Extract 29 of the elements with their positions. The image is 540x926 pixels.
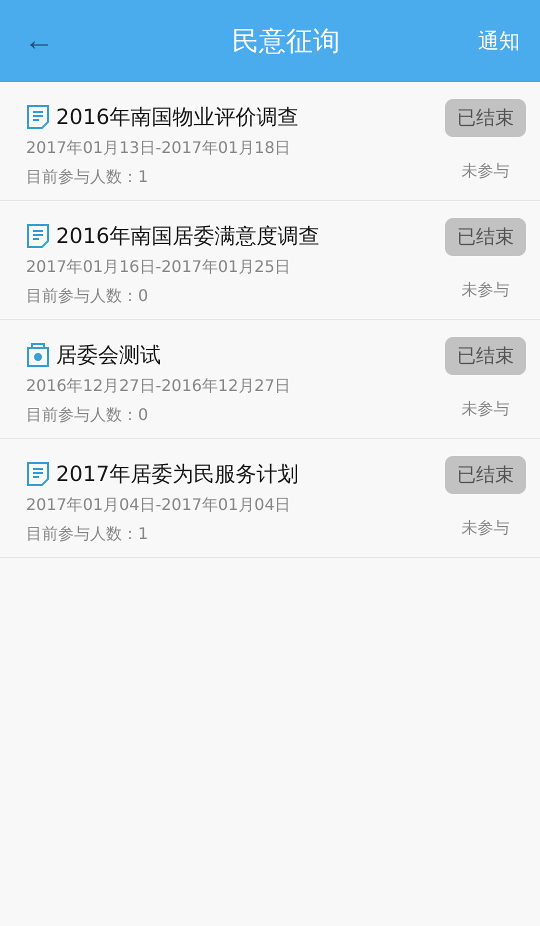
- survey-item[interactable]: 2016年南国物业评价调查 2017年01月13日-2017年01月18日 目前参与人数：1 已结束 未参与: [0, 82, 540, 201]
- survey-title: 2016年南国物业评价调查: [56, 104, 298, 130]
- survey-dates: 2017年01月04日-2017年01月04日: [26, 495, 292, 516]
- ballot-box-icon: [26, 342, 50, 368]
- survey-dates: 2017年01月16日-2017年01月25日: [26, 257, 292, 278]
- page-title: 民意征询: [232, 25, 340, 59]
- participant-count: 目前参与人数：1: [26, 167, 150, 188]
- status-badge: 已结束: [445, 99, 526, 137]
- survey-title: 居委会测试: [56, 342, 161, 368]
- participant-count: 目前参与人数：0: [26, 286, 150, 307]
- survey-title: 2017年居委为民服务计划: [56, 460, 298, 488]
- participant-count: 目前参与人数：0: [26, 405, 150, 426]
- document-icon: [26, 460, 50, 486]
- survey-item[interactable]: 居委会测试 2016年12月27日-2016年12月27日 目前参与人数：0 已结束 未参与: [0, 320, 540, 439]
- document-icon: [26, 104, 50, 130]
- participation-status: 未参与: [462, 280, 510, 301]
- survey-dates: 2016年12月27日-2016年12月27日: [26, 376, 291, 397]
- survey-dates: 2017年01月13日-2017年01月18日: [26, 138, 292, 159]
- participation-status: 未参与: [462, 161, 510, 182]
- status-badge: 已结束: [445, 456, 526, 494]
- participant-count: 目前参与人数：1: [26, 524, 150, 545]
- survey-item[interactable]: 2017年居委为民服务计划 2017年01月04日-2017年01月04日 目前参与人数：1 已结束 未参与: [0, 439, 540, 558]
- participation-status: 未参与: [462, 518, 510, 539]
- status-badge: 已结束: [445, 337, 526, 375]
- status-badge: 已结束: [445, 218, 526, 256]
- participation-status: 未参与: [462, 399, 510, 420]
- survey-item[interactable]: 2016年南国居委满意度调查 2017年01月16日-2017年01月25日 目前参与人数：0 已结束 未参与: [0, 201, 540, 320]
- document-icon: [26, 222, 50, 248]
- survey-title: 2016年南国居委满意度调查: [56, 222, 320, 250]
